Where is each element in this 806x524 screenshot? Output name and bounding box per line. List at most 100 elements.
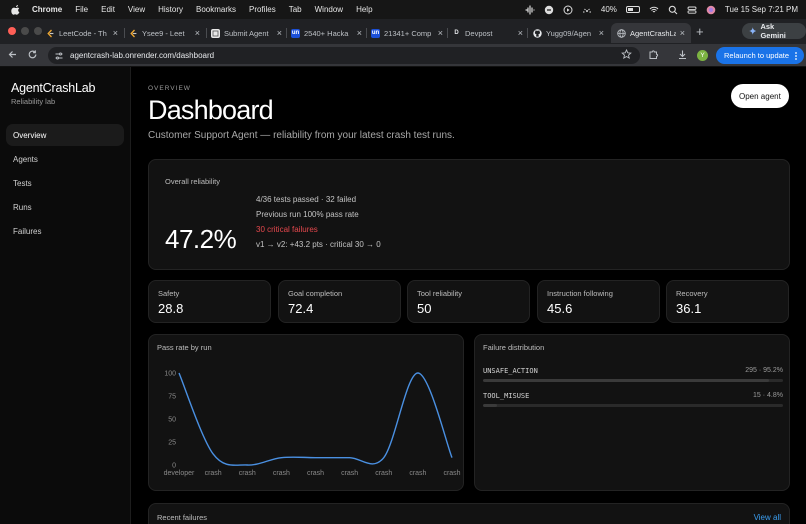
brand-name[interactable]: AgentCrashLab: [11, 81, 95, 95]
minimize-window-button[interactable]: [21, 27, 29, 35]
close-tab-icon[interactable]: ×: [357, 28, 362, 38]
brand-tagline: Reliability lab: [11, 97, 56, 106]
back-arrow-icon[interactable]: [6, 49, 19, 62]
siri-icon[interactable]: [706, 5, 716, 15]
metric-label: Instruction following: [547, 289, 613, 298]
failure-distribution-title: Failure distribution: [483, 343, 545, 352]
zoom-window-button[interactable]: [34, 27, 42, 35]
unstop-icon: un: [291, 28, 300, 38]
menu-view[interactable]: View: [128, 5, 145, 14]
pass-rate-series-line[interactable]: [178, 372, 453, 466]
focus-icon[interactable]: [544, 5, 554, 15]
browser-tab-submit-agent[interactable]: Submit Agent ×: [211, 23, 282, 43]
sidebar-item-tests[interactable]: Tests: [6, 172, 124, 194]
metric-card-safety[interactable]: Safety 28.8: [148, 280, 271, 323]
brightness-icon[interactable]: [582, 5, 592, 15]
pass-rate-chart[interactable]: 0 25 50 75 100 developer crash crash crash crash c…: [149, 335, 465, 492]
menu-bar-clock[interactable]: Tue 15 Sep 7:21 PM: [725, 5, 798, 14]
metric-card-tool-reliability[interactable]: Tool reliability 50: [407, 280, 530, 323]
chart-title: Pass rate by run: [157, 343, 212, 352]
close-tab-icon[interactable]: ×: [599, 28, 604, 38]
relaunch-to-update-button[interactable]: Relaunch to update: [716, 47, 805, 64]
metric-card-goal-completion[interactable]: Goal completion 72.4: [278, 280, 401, 323]
menu-help[interactable]: Help: [356, 5, 372, 14]
close-tab-icon[interactable]: ×: [195, 28, 200, 38]
search-icon[interactable]: [668, 5, 678, 15]
reliability-details: 4/36 tests passed · 32 failed Previous r…: [256, 192, 381, 252]
battery-icon[interactable]: [625, 6, 640, 13]
close-tab-icon[interactable]: ×: [277, 28, 282, 38]
metric-card-instruction-following[interactable]: Instruction following 45.6: [537, 280, 660, 323]
menu-edit[interactable]: Edit: [101, 5, 115, 14]
x-tick-label: crash: [341, 470, 358, 477]
browser-tab-strip: LeetCode - Th × Ysee9 - Leet × Submit Ag…: [0, 19, 806, 44]
page-eyebrow: OVERVIEW: [148, 85, 191, 92]
close-window-button[interactable]: [8, 27, 16, 35]
macos-menu-bar: Chrome File Edit View History Bookmarks …: [0, 0, 806, 19]
address-bar-url: agentcrash-lab.onrender.com/dashboard: [70, 51, 215, 60]
page-icon: [211, 28, 220, 38]
download-icon[interactable]: [676, 49, 689, 62]
metric-card-recovery[interactable]: Recovery 36.1: [666, 280, 789, 323]
menu-history[interactable]: History: [158, 5, 183, 14]
critical-failures-count: 30 critical failures: [256, 225, 318, 234]
sidebar: AgentCrashLab Reliability lab Overview A…: [0, 67, 131, 524]
close-tab-icon[interactable]: ×: [518, 28, 523, 38]
bookmark-star-icon[interactable]: [621, 49, 632, 60]
failure-type: TOOL_MISUSE: [483, 392, 530, 400]
address-bar[interactable]: agentcrash-lab.onrender.com/dashboard: [48, 47, 640, 64]
play-circle-icon[interactable]: [563, 5, 573, 15]
sidebar-item-agents[interactable]: Agents: [6, 148, 124, 170]
browser-tab-agentcrashlab[interactable]: AgentCrashLab ×: [611, 23, 691, 43]
more-vertical-icon: [795, 51, 797, 60]
browser-tab-leetcode[interactable]: LeetCode - Th ×: [46, 23, 118, 43]
menu-window[interactable]: Window: [315, 5, 343, 14]
sidebar-item-failures[interactable]: Failures: [6, 220, 124, 242]
y-tick-label: 75: [168, 394, 176, 401]
browser-tab-hackathons[interactable]: un 2540+ Hacka ×: [291, 23, 362, 43]
menu-file[interactable]: File: [75, 5, 88, 14]
browser-tab-devpost[interactable]: D Devpost ×: [452, 23, 523, 43]
extensions-puzzle-icon[interactable]: [647, 49, 660, 62]
browser-tab-github[interactable]: Yugg09/Agen ×: [533, 23, 604, 43]
x-tick-label: crash: [409, 470, 426, 477]
close-tab-icon[interactable]: ×: [438, 28, 443, 38]
view-all-link[interactable]: View all: [754, 513, 781, 522]
close-tab-icon[interactable]: ×: [113, 28, 118, 38]
browser-tab-competitions[interactable]: un 21341+ Comp ×: [371, 23, 443, 43]
y-tick-label: 0: [172, 463, 176, 470]
site-settings-icon[interactable]: [54, 51, 64, 61]
menu-profiles[interactable]: Profiles: [249, 5, 276, 14]
metric-value: 50: [417, 301, 432, 316]
failure-stat: 295 · 95.2%: [745, 367, 783, 374]
globe-icon: [617, 28, 626, 38]
x-tick-label: developer: [164, 470, 195, 477]
battery-percent: 40%: [600, 5, 617, 14]
new-tab-button[interactable]: +: [696, 24, 704, 39]
browser-toolbar: agentcrash-lab.onrender.com/dashboard Y …: [0, 44, 806, 67]
close-tab-icon[interactable]: ×: [680, 28, 685, 38]
browser-tab-ysee9[interactable]: Ysee9 - Leet ×: [129, 23, 200, 43]
failure-bar-track: [483, 404, 783, 407]
open-agent-button[interactable]: Open agent: [731, 84, 789, 108]
reliability-label: Overall reliability: [165, 177, 221, 186]
profile-avatar[interactable]: Y: [697, 50, 708, 61]
x-tick-label: crash: [443, 470, 460, 477]
reliability-value: 47.2%: [165, 224, 237, 254]
apple-icon[interactable]: [11, 4, 21, 15]
wifi-icon[interactable]: [649, 5, 659, 15]
control-center-icon[interactable]: [687, 5, 697, 15]
main-content: OVERVIEW Dashboard Customer Support Agen…: [148, 67, 790, 524]
menu-bookmarks[interactable]: Bookmarks: [196, 5, 236, 14]
menu-tab[interactable]: Tab: [289, 5, 302, 14]
tests-passed-summary: 4/36 tests passed · 32 failed: [256, 195, 357, 204]
ask-gemini-button[interactable]: Ask Gemini: [742, 22, 806, 40]
x-tick-label: crash: [375, 470, 392, 477]
menu-app-name[interactable]: Chrome: [32, 5, 62, 14]
audio-wave-icon[interactable]: [525, 4, 535, 15]
sidebar-item-overview[interactable]: Overview: [6, 124, 124, 146]
sidebar-item-runs[interactable]: Runs: [6, 196, 124, 218]
failure-type: UNSAFE_ACTION: [483, 367, 538, 375]
reload-icon[interactable]: [26, 49, 39, 62]
page-subtitle: Customer Support Agent — reliability fro…: [148, 130, 455, 141]
